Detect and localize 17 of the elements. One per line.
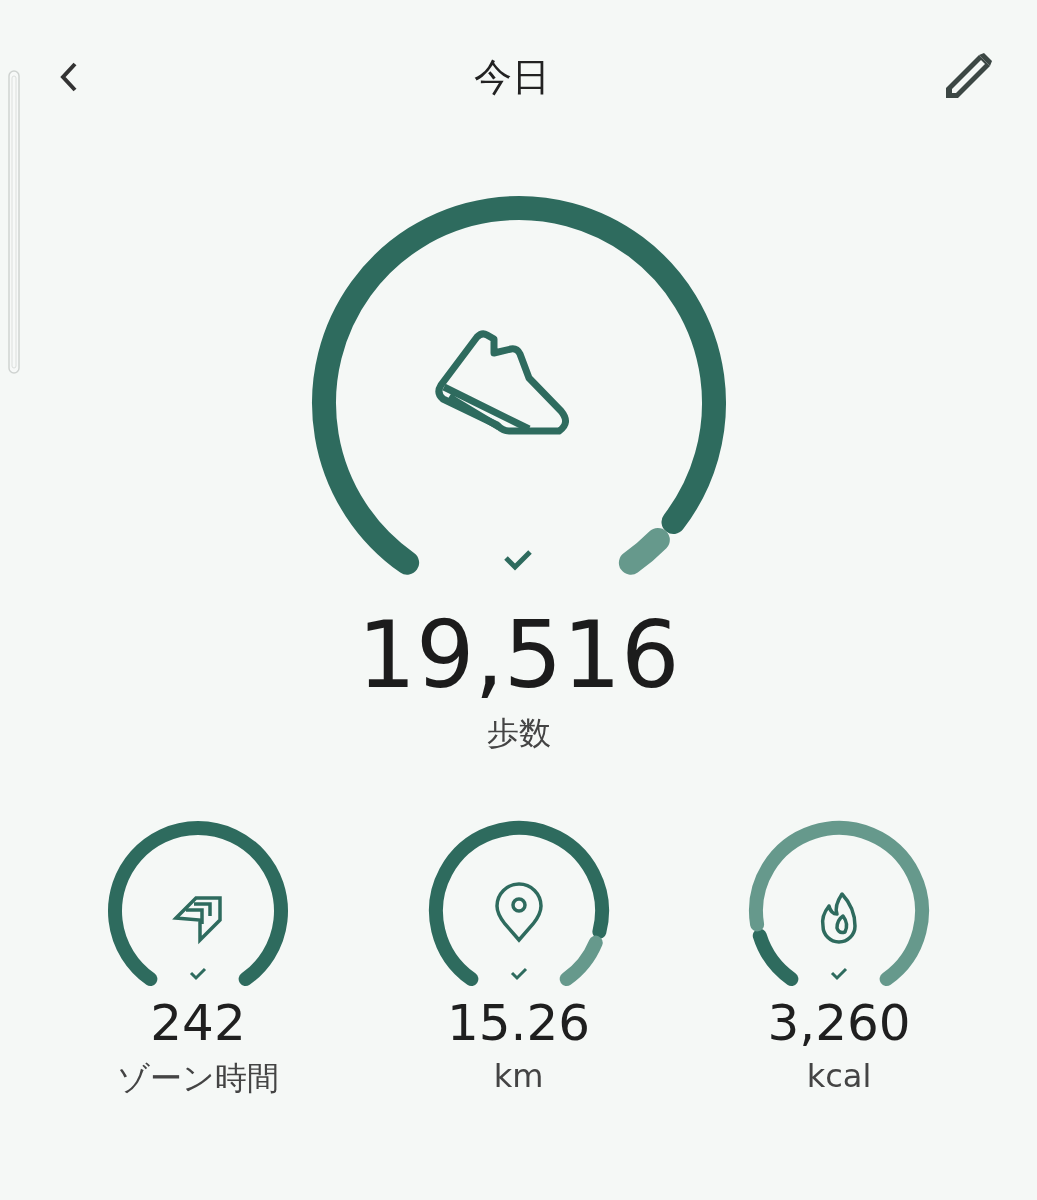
metric-value: 3,260 (767, 996, 911, 1052)
metric-value: 15.26 (446, 996, 591, 1052)
remaining-arc (618, 527, 670, 575)
chevron-icon (172, 896, 222, 945)
metric-label: kcal (806, 1057, 872, 1096)
metric-label: km (493, 1057, 544, 1096)
shoe-icon (434, 330, 569, 435)
metric-value: 242 (150, 996, 246, 1052)
location-pin-icon (494, 882, 543, 942)
page-title: 今日 (473, 53, 550, 101)
metric-label: ゾーン時間 (117, 1058, 279, 1100)
flame-icon (820, 892, 857, 944)
step-label: 歩数 (486, 713, 551, 755)
progress-arc (752, 928, 799, 987)
remaining-arc (559, 935, 603, 987)
scrollbar[interactable] (8, 70, 20, 374)
step-count: 19,516 (357, 605, 680, 707)
